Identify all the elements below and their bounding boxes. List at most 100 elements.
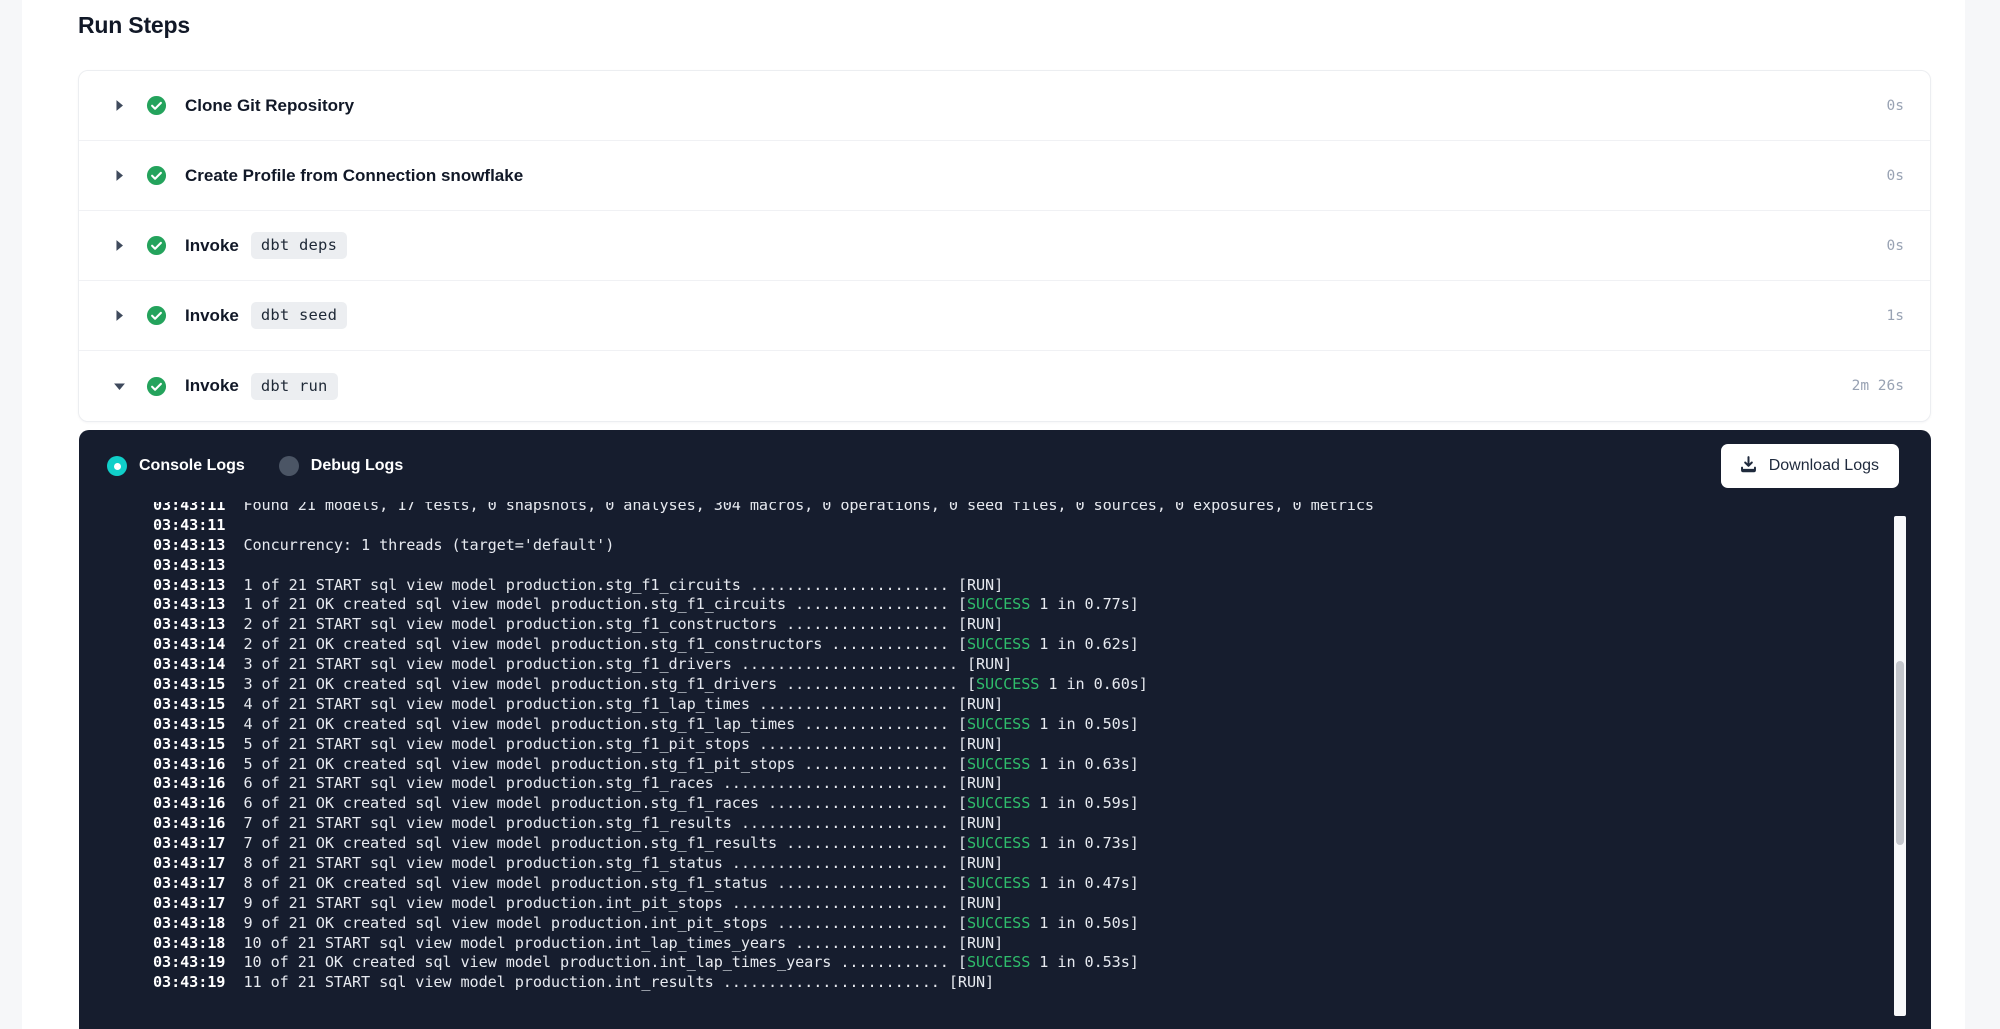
log-status: [SUCCESS 1 in 0.62s]	[949, 635, 1139, 653]
run-step-label: Invoke	[185, 236, 239, 256]
run-step-command: dbt deps	[251, 232, 347, 259]
log-timestamp: 03:43:15	[153, 735, 225, 753]
console-log-panel: Console Logs Debug Logs Download Logs 03:…	[79, 430, 1931, 1029]
log-type-radio-group[interactable]: Console Logs Debug Logs	[107, 456, 403, 476]
log-status: [SUCCESS 1 in 0.63s]	[949, 755, 1139, 773]
log-timestamp: 03:43:15	[153, 675, 225, 693]
chevron-right-icon[interactable]	[109, 96, 129, 116]
log-message: 1 of 21 START sql view model production.…	[225, 576, 949, 594]
log-status: [SUCCESS 1 in 0.60s]	[958, 675, 1148, 693]
status-success-icon	[146, 235, 167, 256]
log-message: 1 of 21 OK created sql view model produc…	[225, 595, 949, 613]
status-success-icon	[146, 165, 167, 186]
log-message: 5 of 21 OK created sql view model produc…	[225, 755, 949, 773]
radio-dot-icon[interactable]	[279, 456, 299, 476]
log-timestamp: 03:43:16	[153, 814, 225, 832]
log-status: [SUCCESS 1 in 0.50s]	[949, 715, 1139, 733]
chevron-right-icon[interactable]	[109, 306, 129, 326]
log-timestamp: 03:43:13	[153, 576, 225, 594]
log-message: 8 of 21 START sql view model production.…	[225, 854, 949, 872]
log-line: 03:43:16 6 of 21 OK created sql view mod…	[153, 794, 1931, 814]
console-toolbar: Console Logs Debug Logs Download Logs	[79, 430, 1931, 502]
log-timestamp: 03:43:19	[153, 953, 225, 971]
log-message: 4 of 21 OK created sql view model produc…	[225, 715, 949, 733]
log-message: 10 of 21 OK created sql view model produ…	[225, 953, 949, 971]
chevron-right-icon[interactable]	[109, 166, 129, 186]
status-success-icon	[146, 376, 167, 397]
download-logs-button[interactable]: Download Logs	[1721, 444, 1899, 488]
log-message: 2 of 21 OK created sql view model produc…	[225, 635, 949, 653]
log-status: [RUN]	[958, 655, 1012, 673]
log-timestamp: 03:43:11	[153, 516, 225, 534]
log-line: 03:43:16 6 of 21 START sql view model pr…	[153, 774, 1931, 794]
log-line: 03:43:13	[153, 556, 1931, 576]
run-step-duration: 0s	[1887, 98, 1904, 114]
log-message: 10 of 21 START sql view model production…	[225, 934, 949, 952]
run-step-row[interactable]: Invokedbt run2m 26s	[79, 351, 1930, 421]
log-scrollbar-track[interactable]	[1894, 516, 1906, 1016]
run-step-row[interactable]: Clone Git Repository 0s	[79, 71, 1930, 141]
log-message: Concurrency: 1 threads (target='default'…	[225, 536, 614, 554]
log-line: 03:43:13 1 of 21 OK created sql view mod…	[153, 595, 1931, 615]
log-line: 03:43:13 2 of 21 START sql view model pr…	[153, 615, 1931, 635]
log-status: [SUCCESS 1 in 0.47s]	[949, 874, 1139, 892]
run-step-command: dbt seed	[251, 302, 347, 329]
log-message: 11 of 21 START sql view model production…	[225, 973, 939, 991]
log-message: 7 of 21 START sql view model production.…	[225, 814, 949, 832]
log-status: [RUN]	[949, 814, 1003, 832]
log-message: Found 21 models, 17 tests, 0 snapshots, …	[225, 502, 1374, 514]
log-status: [RUN]	[949, 894, 1003, 912]
log-message: 9 of 21 OK created sql view model produc…	[225, 914, 949, 932]
log-status: [RUN]	[949, 695, 1003, 713]
log-timestamp: 03:43:18	[153, 934, 225, 952]
run-step-label: Clone Git Repository	[185, 96, 354, 116]
log-status: [SUCCESS 1 in 0.59s]	[949, 794, 1139, 812]
log-timestamp: 03:43:19	[153, 973, 225, 991]
chevron-down-icon[interactable]	[109, 376, 129, 396]
log-type-radio-console[interactable]: Console Logs	[107, 456, 245, 476]
log-line: 03:43:19 10 of 21 OK created sql view mo…	[153, 953, 1931, 973]
log-scrollbar-thumb[interactable]	[1896, 661, 1904, 845]
log-timestamp: 03:43:15	[153, 715, 225, 733]
log-line: 03:43:17 8 of 21 START sql view model pr…	[153, 854, 1931, 874]
log-line: 03:43:18 10 of 21 START sql view model p…	[153, 934, 1931, 954]
log-message: 8 of 21 OK created sql view model produc…	[225, 874, 949, 892]
log-line: 03:43:11	[153, 516, 1931, 536]
log-type-radio-label: Console Logs	[139, 457, 245, 475]
log-output[interactable]: 03:43:11 Found 21 models, 17 tests, 0 sn…	[79, 502, 1931, 1029]
log-line: 03:43:15 5 of 21 START sql view model pr…	[153, 735, 1931, 755]
log-status: [SUCCESS 1 in 0.77s]	[949, 595, 1139, 613]
run-step-row[interactable]: Invoke dbt seed 1s	[79, 281, 1930, 351]
log-line: 03:43:16 7 of 21 START sql view model pr…	[153, 814, 1931, 834]
log-line: 03:43:15 4 of 21 START sql view model pr…	[153, 695, 1931, 715]
run-step-label: Invoke	[185, 306, 239, 326]
log-status: [RUN]	[949, 854, 1003, 872]
log-message: 2 of 21 START sql view model production.…	[225, 615, 949, 633]
log-type-radio-debug[interactable]: Debug Logs	[279, 456, 403, 476]
run-step-command: dbt run	[251, 373, 338, 400]
run-step-duration: 1s	[1887, 308, 1904, 324]
log-type-radio-label: Debug Logs	[311, 457, 403, 475]
log-status: [RUN]	[949, 735, 1003, 753]
run-step-row[interactable]: Create Profile from Connection snowflake…	[79, 141, 1930, 211]
log-status: [RUN]	[949, 934, 1003, 952]
log-timestamp: 03:43:16	[153, 774, 225, 792]
radio-dot-icon[interactable]	[107, 456, 127, 476]
log-line: 03:43:16 5 of 21 OK created sql view mod…	[153, 755, 1931, 775]
content-column: Run Steps Clone Git Repository0sCreate P…	[22, 0, 1965, 1029]
log-status: [RUN]	[949, 774, 1003, 792]
log-line: 03:43:14 2 of 21 OK created sql view mod…	[153, 635, 1931, 655]
log-message: 3 of 21 OK created sql view model produc…	[225, 675, 958, 693]
log-timestamp: 03:43:13	[153, 595, 225, 613]
download-logs-label: Download Logs	[1769, 457, 1879, 475]
log-status: [SUCCESS 1 in 0.53s]	[949, 953, 1139, 971]
log-line: 03:43:17 8 of 21 OK created sql view mod…	[153, 874, 1931, 894]
log-timestamp: 03:43:14	[153, 655, 225, 673]
log-status: [RUN]	[940, 973, 994, 991]
run-step-duration: 2m 26s	[1852, 378, 1904, 394]
log-message: 6 of 21 OK created sql view model produc…	[225, 794, 949, 812]
run-step-row[interactable]: Invokedbt deps0s	[79, 211, 1930, 281]
status-success-icon	[146, 305, 167, 326]
log-timestamp: 03:43:13	[153, 536, 225, 554]
chevron-right-icon[interactable]	[109, 236, 129, 256]
